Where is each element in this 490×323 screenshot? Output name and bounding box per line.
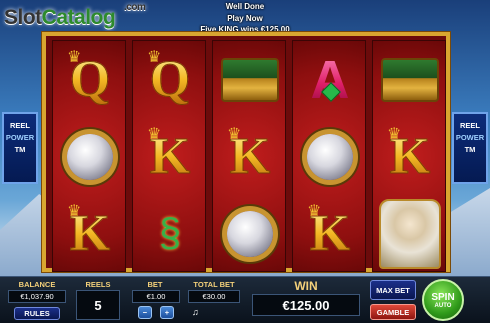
message-line-2: Play Now [227, 14, 263, 23]
bet-decrease-button[interactable]: − [138, 306, 152, 319]
reel-4: A ♛ K [292, 40, 366, 272]
reel-frame: ♛ Q ♛ K ♛ Q ♛ K § ♛ K A ♛ K ♛ K [42, 32, 450, 272]
symbol-a: A [310, 49, 350, 110]
reel-power-tm: TM [464, 145, 476, 154]
symbol-k: ♛ K [147, 126, 191, 186]
rules-button[interactable]: RULES [14, 307, 60, 320]
reel-power-line1: REEL [9, 121, 30, 130]
reel-3: ♛ K [212, 40, 286, 272]
balance-value: €1,037.90 [8, 290, 66, 303]
sage-icon [379, 198, 441, 269]
reel-power-line1: REEL [459, 121, 480, 130]
auto-label: AUTO [434, 302, 452, 309]
reel-power-badge-left: REEL POWER TM [2, 112, 38, 184]
reel-5: ♛ K [372, 40, 446, 272]
dragon-icon: § [158, 211, 182, 255]
pearl-icon [227, 210, 273, 257]
reels-value[interactable]: 5 [76, 290, 120, 320]
win-value: €125.00 [252, 294, 360, 316]
sound-icon[interactable]: ♫ [192, 307, 199, 317]
pearl-icon [307, 133, 353, 180]
chest-icon [221, 57, 279, 102]
crown-icon: ♛ [147, 49, 162, 66]
reel-power-line2: POWER [5, 133, 35, 142]
max-bet-button[interactable]: MAX BET [370, 280, 416, 300]
crown-icon: ♛ [147, 126, 162, 143]
reel-power-badge-right: REEL POWER TM [452, 112, 488, 184]
crown-icon: ♛ [227, 126, 242, 143]
reel-power-tm: TM [14, 145, 26, 154]
crown-icon: ♛ [387, 126, 402, 143]
spin-button[interactable]: SPIN AUTO [422, 279, 464, 321]
control-bar: BALANCE €1,037.90 RULES REELS 5 BET €1.0… [0, 276, 490, 323]
symbol-chest [373, 41, 447, 118]
brand-logo: SlotCatalog .com [4, 2, 146, 30]
total-bet-value: €30.00 [188, 290, 240, 303]
crown-icon: ♛ [67, 203, 82, 220]
bet-increase-button[interactable]: + [160, 306, 174, 319]
symbol-k: ♛ K [387, 126, 431, 186]
gamble-button[interactable]: GAMBLE [370, 304, 416, 320]
chest-icon [381, 57, 439, 102]
bet-label: BET [147, 280, 163, 289]
symbol-k: ♛ K [307, 203, 351, 263]
symbol-pearl [53, 118, 127, 195]
total-bet-label: TOTAL BET [193, 280, 235, 289]
crown-icon: ♛ [67, 49, 82, 66]
message-line-1: Well Done [225, 2, 265, 11]
win-label: WIN [294, 279, 318, 293]
reel-1: ♛ Q ♛ K [52, 40, 126, 272]
brand-suffix: .com [124, 2, 146, 13]
brand-part1: Slot [4, 6, 42, 29]
bet-value: €1.00 [132, 290, 180, 303]
symbol-k: ♛ K [67, 203, 111, 263]
balance-label: BALANCE [18, 280, 56, 289]
symbol-dragon: § [133, 195, 207, 272]
symbol-pearl [293, 118, 367, 195]
symbol-q: ♛ Q [147, 49, 191, 109]
brand-part2: Catalog [41, 6, 116, 29]
pearl-icon [67, 133, 113, 180]
crown-icon: ♛ [307, 203, 322, 220]
spin-label: SPIN [431, 291, 455, 303]
symbol-q: ♛ Q [67, 49, 111, 109]
reel-2: ♛ Q ♛ K § [132, 40, 206, 272]
reels-label: REELS [85, 280, 111, 289]
symbol-k: ♛ K [227, 126, 271, 186]
symbol-chest [213, 41, 287, 118]
reel-power-line2: POWER [455, 133, 485, 142]
symbol-pearl [213, 195, 287, 272]
symbol-sage [373, 195, 447, 272]
